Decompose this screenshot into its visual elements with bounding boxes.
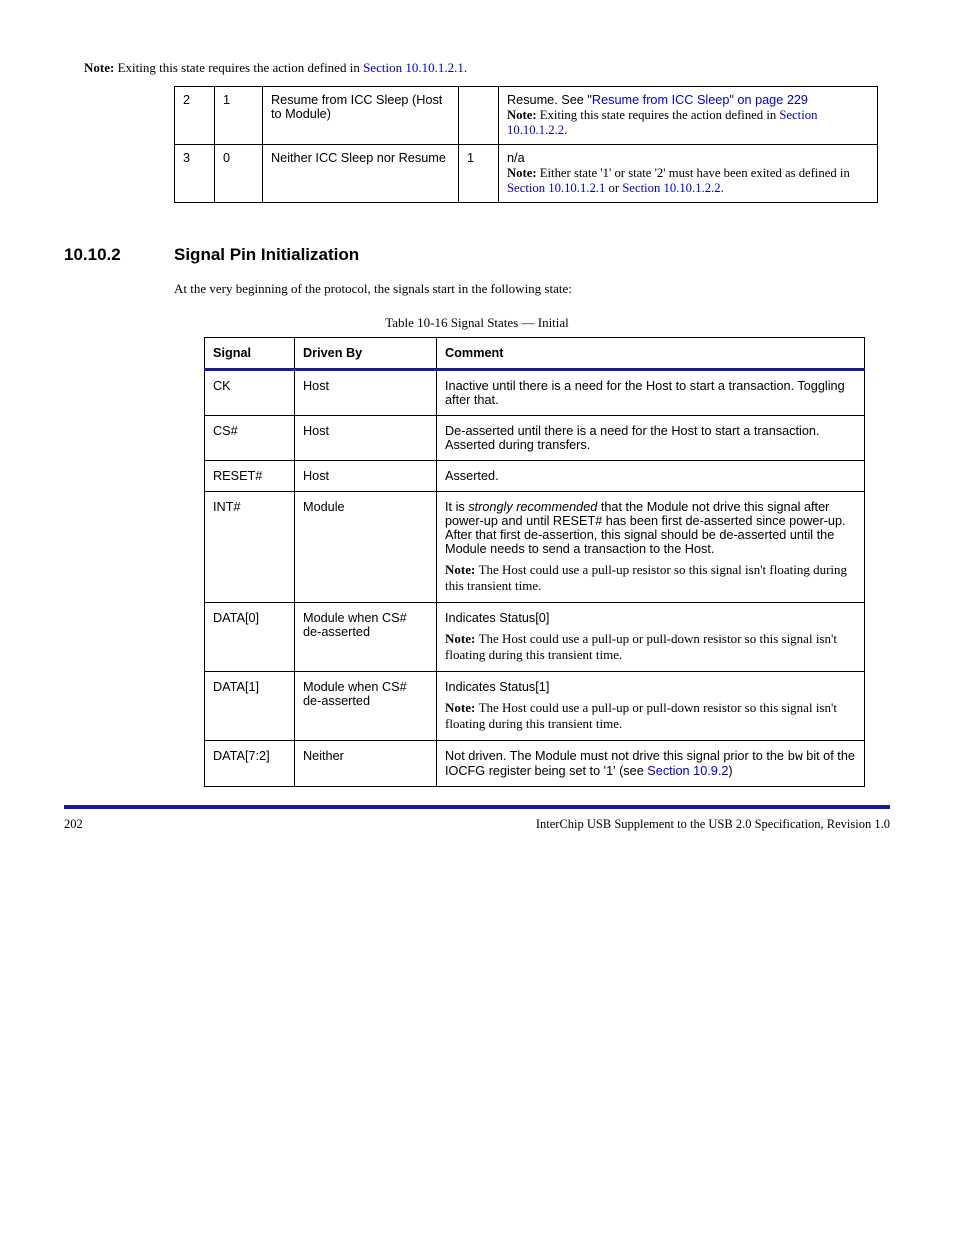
cell-ital: strongly recommended (468, 500, 597, 514)
note-or: or (605, 181, 622, 195)
cell: DATA[7:2] (205, 741, 295, 787)
cell: Neither ICC Sleep nor Resume (263, 145, 459, 203)
cell: De-asserted until there is a need for th… (437, 416, 865, 461)
cell-text: Indicates Status[0] (445, 611, 549, 625)
cell: 0 (215, 145, 263, 203)
cell: Module when CS# de-asserted (295, 603, 437, 672)
note-link-2[interactable]: Section 10.10.1.2.2 (622, 181, 720, 195)
note-body: The Host could use a pull-up resistor so… (445, 562, 847, 593)
cell: Host (295, 416, 437, 461)
cell-text: Indicates Status[1] (445, 680, 549, 694)
cell-mono: bw (788, 749, 803, 764)
note-tail: . (564, 123, 567, 137)
note-label: Note: (84, 60, 118, 75)
cell: Indicates Status[1] Note: The Host could… (437, 672, 865, 741)
note-link[interactable]: Section 10.10.1.2.1 (507, 181, 605, 195)
cell-text: It is (445, 500, 468, 514)
cell: 1 (459, 145, 499, 203)
table-row: CS# Host De-asserted until there is a ne… (205, 416, 865, 461)
table-header-row: Signal Driven By Comment (205, 338, 865, 370)
cell-text: Resume. See " (507, 93, 592, 107)
table-row: 2 1 Resume from ICC Sleep (Host to Modul… (175, 87, 878, 145)
col-header: Comment (437, 338, 865, 370)
cell: RESET# (205, 461, 295, 492)
cell (459, 87, 499, 145)
cell-text: Not driven. The Module must not drive th… (445, 749, 788, 763)
table-row: CK Host Inactive until there is a need f… (205, 370, 865, 416)
section-title: Signal Pin Initialization (174, 245, 359, 265)
note-label: Note: (445, 562, 479, 577)
cell-link[interactable]: Section 10.9.2 (647, 764, 728, 778)
cell-text: ) (728, 764, 732, 778)
cell: Resume from ICC Sleep (Host to Module) (263, 87, 459, 145)
table-signal-states: Signal Driven By Comment CK Host Inactiv… (204, 337, 865, 787)
note-label: Note: (507, 166, 540, 180)
cell: Inactive until there is a need for the H… (437, 370, 865, 416)
cell: 2 (175, 87, 215, 145)
cell: Resume. See "Resume from ICC Sleep" on p… (499, 87, 878, 145)
note-body: The Host could use a pull-up or pull-dow… (445, 700, 837, 731)
table-row: DATA[0] Module when CS# de-asserted Indi… (205, 603, 865, 672)
note-body: Either state '1' or state '2' must have … (540, 166, 850, 180)
cell: Indicates Status[0] Note: The Host could… (437, 603, 865, 672)
table-caption: Table 10-16 Signal States — Initial (64, 315, 890, 331)
cell: 1 (215, 87, 263, 145)
page-footer: 202 InterChip USB Supplement to the USB … (64, 805, 890, 832)
cell-text: n/a (507, 151, 525, 165)
section-number: 10.10.2 (64, 245, 174, 265)
cell: Neither (295, 741, 437, 787)
table-row: RESET# Host Asserted. (205, 461, 865, 492)
note-body: Exiting this state requires the action d… (540, 108, 780, 122)
note-label: Note: (445, 700, 479, 715)
cell: Host (295, 461, 437, 492)
table-row: DATA[7:2] Neither Not driven. The Module… (205, 741, 865, 787)
col-header: Signal (205, 338, 295, 370)
note-tail: . (721, 181, 724, 195)
cell-note: Note: The Host could use a pull-up or pu… (445, 700, 856, 732)
cell: n/a Note: Either state '1' or state '2' … (499, 145, 878, 203)
note-label: Note: (507, 108, 540, 122)
note-link[interactable]: Section 10.10.1.2.1 (363, 60, 464, 75)
cell: 3 (175, 145, 215, 203)
cell: INT# (205, 492, 295, 603)
section-intro: At the very beginning of the protocol, t… (174, 281, 890, 297)
table-row: 3 0 Neither ICC Sleep nor Resume 1 n/a N… (175, 145, 878, 203)
note-body: Exiting this state requires the action d… (118, 60, 364, 75)
footer-title: InterChip USB Supplement to the USB 2.0 … (536, 817, 890, 832)
note-body: The Host could use a pull-up or pull-dow… (445, 631, 837, 662)
table-state-transitions: 2 1 Resume from ICC Sleep (Host to Modul… (174, 86, 878, 203)
note-label: Note: (445, 631, 479, 646)
cell: CS# (205, 416, 295, 461)
col-header: Driven By (295, 338, 437, 370)
cell: Module (295, 492, 437, 603)
cell-link[interactable]: Resume from ICC Sleep" on page 229 (592, 93, 808, 107)
cell: DATA[0] (205, 603, 295, 672)
note-tail: . (464, 60, 467, 75)
cell: It is strongly recommended that the Modu… (437, 492, 865, 603)
top-note: Note: Exiting this state requires the ac… (64, 60, 890, 76)
cell: Host (295, 370, 437, 416)
cell: Asserted. (437, 461, 865, 492)
section-heading: 10.10.2 Signal Pin Initialization (64, 245, 890, 265)
cell: Not driven. The Module must not drive th… (437, 741, 865, 787)
cell: Module when CS# de-asserted (295, 672, 437, 741)
cell: CK (205, 370, 295, 416)
page-number: 202 (64, 817, 83, 832)
cell-note: Note: The Host could use a pull-up or pu… (445, 631, 856, 663)
cell: DATA[1] (205, 672, 295, 741)
table-row: DATA[1] Module when CS# de-asserted Indi… (205, 672, 865, 741)
cell-note: Note: The Host could use a pull-up resis… (445, 562, 856, 594)
table-row: INT# Module It is strongly recommended t… (205, 492, 865, 603)
